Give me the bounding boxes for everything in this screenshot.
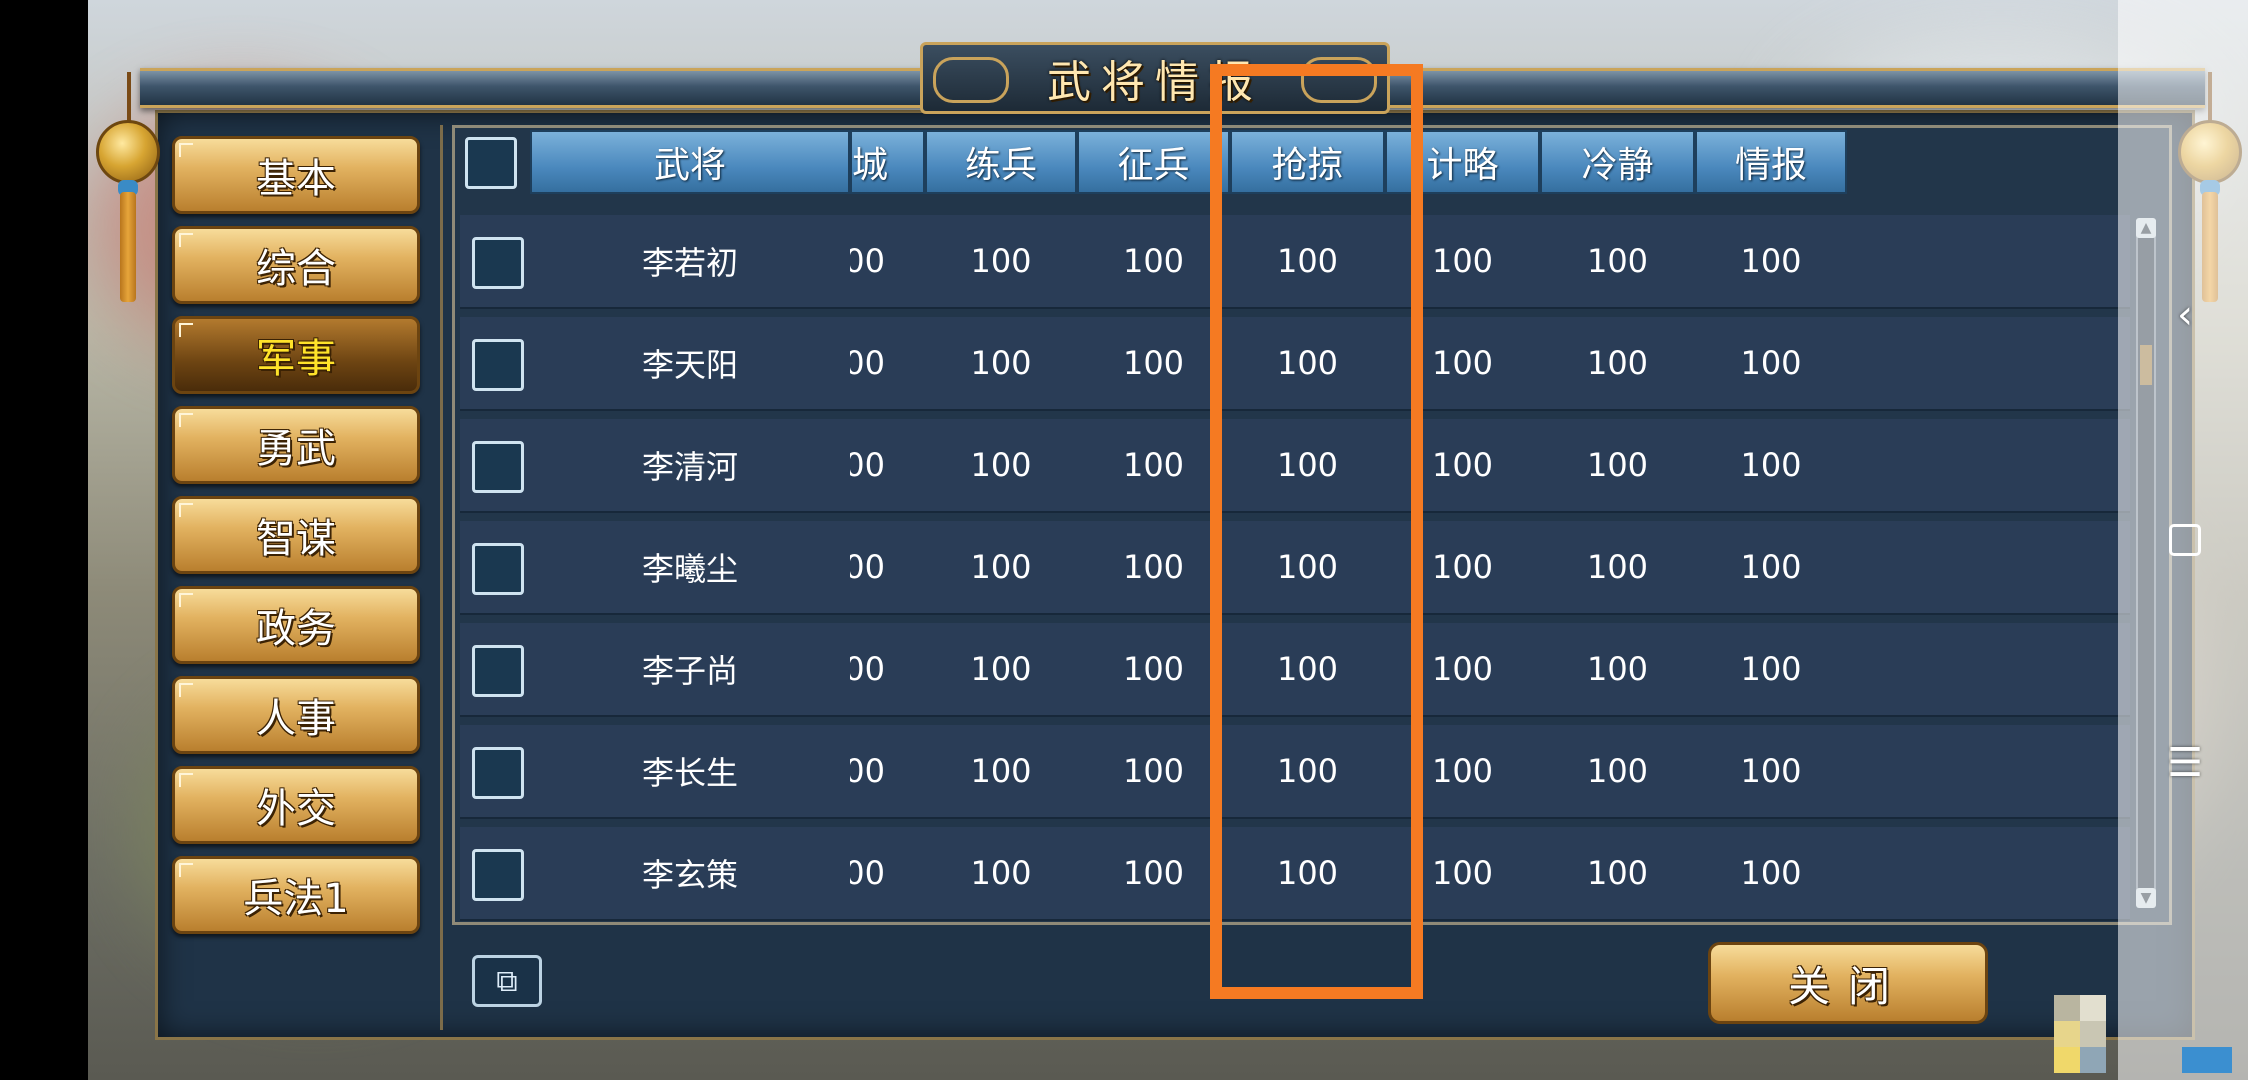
sidebar-item-label: 智谋 (256, 516, 336, 562)
sidebar-item-label: 兵法1 (243, 876, 349, 922)
pixelated-region (2054, 995, 2080, 1021)
stat-cell: 100 (1586, 344, 1649, 382)
square-icon-shape (2169, 524, 2201, 556)
knob-cord (127, 72, 131, 122)
left-tassel (120, 192, 136, 302)
zoom-icon: ⧉ (496, 963, 518, 999)
sidebar-item-governance[interactable]: 政务 (172, 586, 420, 664)
stat-cell: 100 (1122, 752, 1185, 790)
column-header-intel[interactable]: 情报 (1695, 130, 1847, 194)
chevron-left-icon[interactable]: ‹ (2160, 290, 2210, 340)
general-name: 李若初 (641, 244, 738, 282)
stat-cell: 100 (1586, 548, 1649, 586)
sidebar-item-overview[interactable]: 综合 (172, 226, 420, 304)
row-checkbox[interactable] (472, 645, 524, 697)
sidebar-item-label: 人事 (256, 696, 336, 742)
column-header-general[interactable]: 武将 (530, 130, 850, 194)
row-checkbox[interactable] (472, 339, 524, 391)
pixelated-region (2080, 1047, 2106, 1073)
stat-cell: 00 (850, 752, 885, 790)
stat-cell: 100 (970, 650, 1032, 688)
stat-cell: 100 (970, 548, 1032, 586)
row-checkbox[interactable] (472, 441, 524, 493)
stat-cell: 100 (1740, 446, 1802, 484)
stat-cell: 00 (850, 446, 885, 484)
stat-cell: 100 (1122, 344, 1185, 382)
stat-cell: 100 (1740, 752, 1802, 790)
stat-cell: 100 (970, 854, 1032, 892)
sidebar-item-strategy[interactable]: 智谋 (172, 496, 420, 574)
column-header-training[interactable]: 练兵 (925, 130, 1077, 194)
sidebar-item-label: 基本 (256, 156, 336, 202)
stat-cell: 00 (850, 854, 885, 892)
row-checkbox[interactable] (472, 543, 524, 595)
stat-cell: 100 (1740, 548, 1802, 586)
column-header-conscription[interactable]: 征兵 (1077, 130, 1230, 194)
stat-cell: 100 (1122, 446, 1185, 484)
general-name: 李清河 (641, 448, 738, 486)
general-name: 李长生 (641, 754, 738, 792)
sidebar-item-personnel[interactable]: 人事 (172, 676, 420, 754)
stat-cell: 00 (850, 548, 885, 586)
stat-cell: 100 (1122, 548, 1185, 586)
stat-cell: 100 (1740, 854, 1802, 892)
stat-cell: 100 (1122, 854, 1185, 892)
stat-cell: 100 (970, 344, 1032, 382)
stat-cell: 100 (1122, 242, 1185, 280)
general-name: 李子尚 (641, 652, 738, 690)
select-all-checkbox[interactable] (465, 137, 517, 189)
pixelated-region (2182, 1047, 2232, 1073)
sidebar-item-tactics1[interactable]: 兵法1 (172, 856, 420, 934)
sidebar-item-label: 外交 (256, 786, 336, 832)
stat-cell: 100 (1586, 650, 1649, 688)
stat-cell: 100 (1740, 242, 1802, 280)
sidebar-item-diplomacy[interactable]: 外交 (172, 766, 420, 844)
general-name: 李曦尘 (641, 550, 738, 588)
pixelated-region (2080, 1021, 2106, 1047)
column-header-city[interactable]: 城 (850, 130, 925, 194)
left-scroll-knob (96, 120, 160, 184)
screen-left-edge (0, 0, 88, 1080)
general-name: 李玄策 (641, 856, 738, 894)
stat-cell: 100 (970, 242, 1032, 280)
sidebar-item-military[interactable]: 军事 (172, 316, 420, 394)
sidebar-item-label: 军事 (256, 336, 336, 382)
sidebar-item-valor[interactable]: 勇武 (172, 406, 420, 484)
pixelated-region (2080, 995, 2106, 1021)
stat-cell: 100 (1586, 446, 1649, 484)
row-checkbox[interactable] (472, 747, 524, 799)
sidebar-divider (440, 125, 443, 1030)
pixelated-region (2054, 1047, 2080, 1073)
sidebar-item-label: 勇武 (256, 426, 336, 472)
stat-cell: 00 (850, 242, 885, 280)
stat-cell: 100 (1586, 752, 1649, 790)
sidebar-item-label: 综合 (256, 246, 336, 292)
stat-cell: 100 (970, 752, 1032, 790)
zoom-button[interactable]: ⧉ (472, 955, 542, 1007)
sidebar-item-label: 政务 (256, 606, 336, 652)
menu-icon[interactable]: ☰ (2160, 738, 2210, 788)
square-icon[interactable] (2160, 515, 2210, 565)
stat-cell: 100 (1740, 650, 1802, 688)
close-button[interactable]: 关闭 (1708, 942, 1988, 1024)
sidebar-item-basic[interactable]: 基本 (172, 136, 420, 214)
pixelated-region (2054, 1021, 2080, 1047)
plunder-column-highlight (1210, 64, 1423, 999)
stat-cell: 100 (1586, 854, 1649, 892)
stat-cell: 100 (1740, 344, 1802, 382)
ornament (933, 57, 1009, 103)
row-checkbox[interactable] (472, 849, 524, 901)
column-header-composure[interactable]: 冷静 (1540, 130, 1695, 194)
general-name: 李天阳 (641, 346, 738, 384)
row-checkbox[interactable] (472, 237, 524, 289)
stat-cell: 00 (850, 344, 885, 382)
stat-cell: 00 (850, 650, 885, 688)
stat-cell: 100 (1122, 650, 1185, 688)
stat-cell: 100 (970, 446, 1032, 484)
stat-cell: 100 (1586, 242, 1649, 280)
